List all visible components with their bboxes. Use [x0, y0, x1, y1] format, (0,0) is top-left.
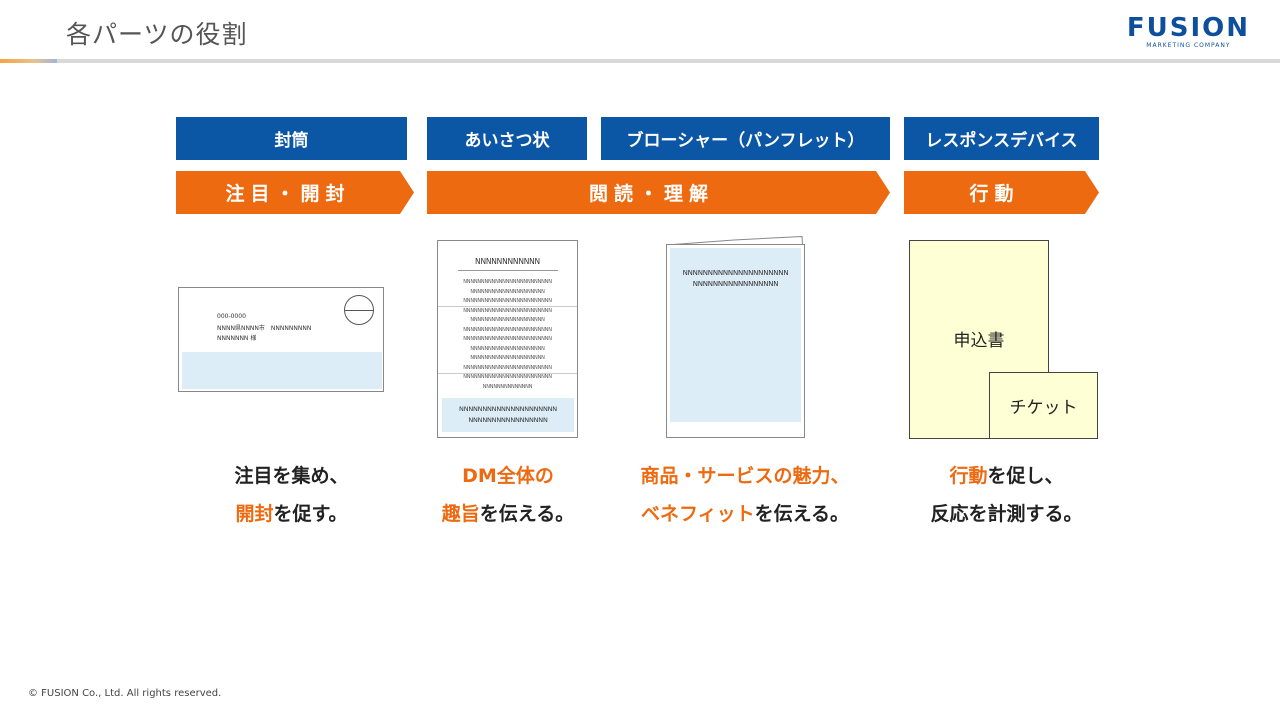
desc-highlight: 商品・サービスの魅力、 — [640, 465, 850, 487]
header-brochure: ブローシャー（パンフレット） — [601, 117, 890, 160]
desc-text: を伝える。 — [754, 503, 850, 525]
letter-line: NNNNNNNNNNNNNNNNNNNNNNNNN — [463, 326, 552, 333]
ticket-illustration: チケット — [989, 372, 1098, 439]
header-response-device: レスポンスデバイス — [904, 117, 1099, 160]
letter-line: NNNNNNNNNNNNNN — [482, 383, 533, 390]
letter-line: NNNNNNNNNNNNNNNNNNNNNNNNN — [463, 298, 552, 304]
greeting-letter-illustration: NNNNNNNNNNNN NNNNNNNNNNNNNNNNNNNNNNNNN N… — [437, 240, 578, 438]
letter-heading-rule — [458, 270, 558, 271]
brochure-line: NNNNNNNNNNNNNNNNNNNNN — [682, 269, 789, 277]
phase-label-attention: 注目・開封 — [225, 183, 351, 205]
letter-box-line: NNNNNNNNNNNNNNNNNNNNN — [459, 405, 557, 413]
envelope-address: NNNN県NNNN市 NNNNNNNNN — [217, 325, 312, 332]
brochure-line: NNNNNNNNNNNNNNNNN — [692, 280, 779, 288]
title-underline — [0, 59, 1280, 63]
phase-label-action: 行動 — [969, 183, 1020, 205]
letter-body: NNNNNNNNNNNNNNNNNNNNNNNNN NNNNNNNNNNNNNN… — [438, 278, 577, 392]
envelope-zip: 000-0000 — [217, 313, 246, 320]
phase-arrow-action: 行動 — [904, 171, 1099, 214]
description-brochure: 商品・サービスの魅力、 ベネフィットを伝える。 — [610, 457, 880, 533]
letter-line: NNNNNNNNNNNNNNNNNNNNN — [470, 355, 545, 361]
desc-text: 反応を計測する。 — [930, 503, 1083, 525]
letter-line: NNNNNNNNNNNNNNNNNNNNNNNNN — [463, 364, 552, 371]
brochure-illustration: NNNNNNNNNNNNNNNNNNNNN NNNNNNNNNNNNNNNNN — [666, 236, 805, 438]
header-greeting-letter: あいさつ状 — [427, 117, 587, 160]
envelope-recipient: NNNNNNN 様 — [217, 335, 257, 342]
postmark-stamp-icon — [344, 295, 374, 325]
company-logo: FUSION MARKETING COMPANY — [1127, 14, 1250, 50]
letter-line: NNNNNNNNNNNNNNNNNNNNN — [470, 288, 545, 295]
envelope-window — [182, 352, 382, 389]
letter-highlight-box: NNNNNNNNNNNNNNNNNNNNN NNNNNNNNNNNNNNNNN — [442, 398, 574, 432]
letter-heading: NNNNNNNNNNNN — [475, 257, 540, 266]
description-envelope: 注目を集め、 開封を促す。 — [176, 457, 407, 533]
letter-line: NNNNNNNNNNNNNNNNNNNNNNNNN — [463, 307, 552, 314]
letter-line: NNNNNNNNNNNNNNNNNNNNNNNNN — [463, 336, 552, 342]
application-form-label: 申込書 — [953, 331, 1005, 351]
desc-highlight: 趣旨 — [441, 503, 480, 525]
ticket-label: チケット — [1009, 398, 1078, 418]
desc-text: を促し、 — [987, 465, 1064, 487]
phase-arrow-reading: 閲読・理解 — [427, 171, 890, 214]
copyright-notice: © FUSION Co., Ltd. All rights reserved. — [28, 688, 222, 699]
letter-line: NNNNNNNNNNNNNNNNNNNNNNNNN — [463, 279, 552, 285]
desc-highlight: 行動 — [949, 465, 988, 487]
desc-highlight: DM全体の — [462, 465, 554, 487]
letter-line: NNNNNNNNNNNNNNNNNNNNNNNNN — [463, 374, 552, 380]
desc-highlight: ベネフィット — [640, 503, 755, 525]
description-greeting-letter: DM全体の 趣旨を伝える。 — [418, 457, 598, 533]
logo-sub-text: MARKETING COMPANY — [1146, 42, 1231, 49]
desc-text: を伝える。 — [479, 503, 575, 525]
brochure-page: NNNNNNNNNNNNNNNNNNNNN NNNNNNNNNNNNNNNNN — [666, 244, 805, 438]
desc-highlight: 開封 — [235, 503, 274, 525]
logo-main-text: FUSION — [1126, 13, 1250, 43]
brochure-content-area: NNNNNNNNNNNNNNNNNNNNN NNNNNNNNNNNNNNNNN — [670, 248, 801, 422]
envelope-illustration: 000-0000 NNNN県NNNN市 NNNNNNNNN NNNNNNN 様 — [178, 287, 384, 392]
desc-text: 注目を集め、 — [234, 465, 349, 487]
description-response-device: 行動を促し、 反応を計測する。 — [904, 457, 1109, 533]
desc-text: を促す。 — [273, 503, 348, 525]
letter-box-line: NNNNNNNNNNNNNNNNN — [468, 416, 548, 424]
phase-label-reading: 閲読・理解 — [588, 183, 714, 205]
header-envelope: 封筒 — [176, 117, 407, 160]
letter-line: NNNNNNNNNNNNNNNNNNNNN — [470, 345, 545, 352]
phase-arrow-attention: 注目・開封 — [176, 171, 414, 214]
letter-line: NNNNNNNNNNNNNNNNNNNNN — [470, 317, 545, 323]
page-title: 各パーツの役割 — [66, 20, 248, 49]
title-underline-accent — [0, 59, 57, 63]
